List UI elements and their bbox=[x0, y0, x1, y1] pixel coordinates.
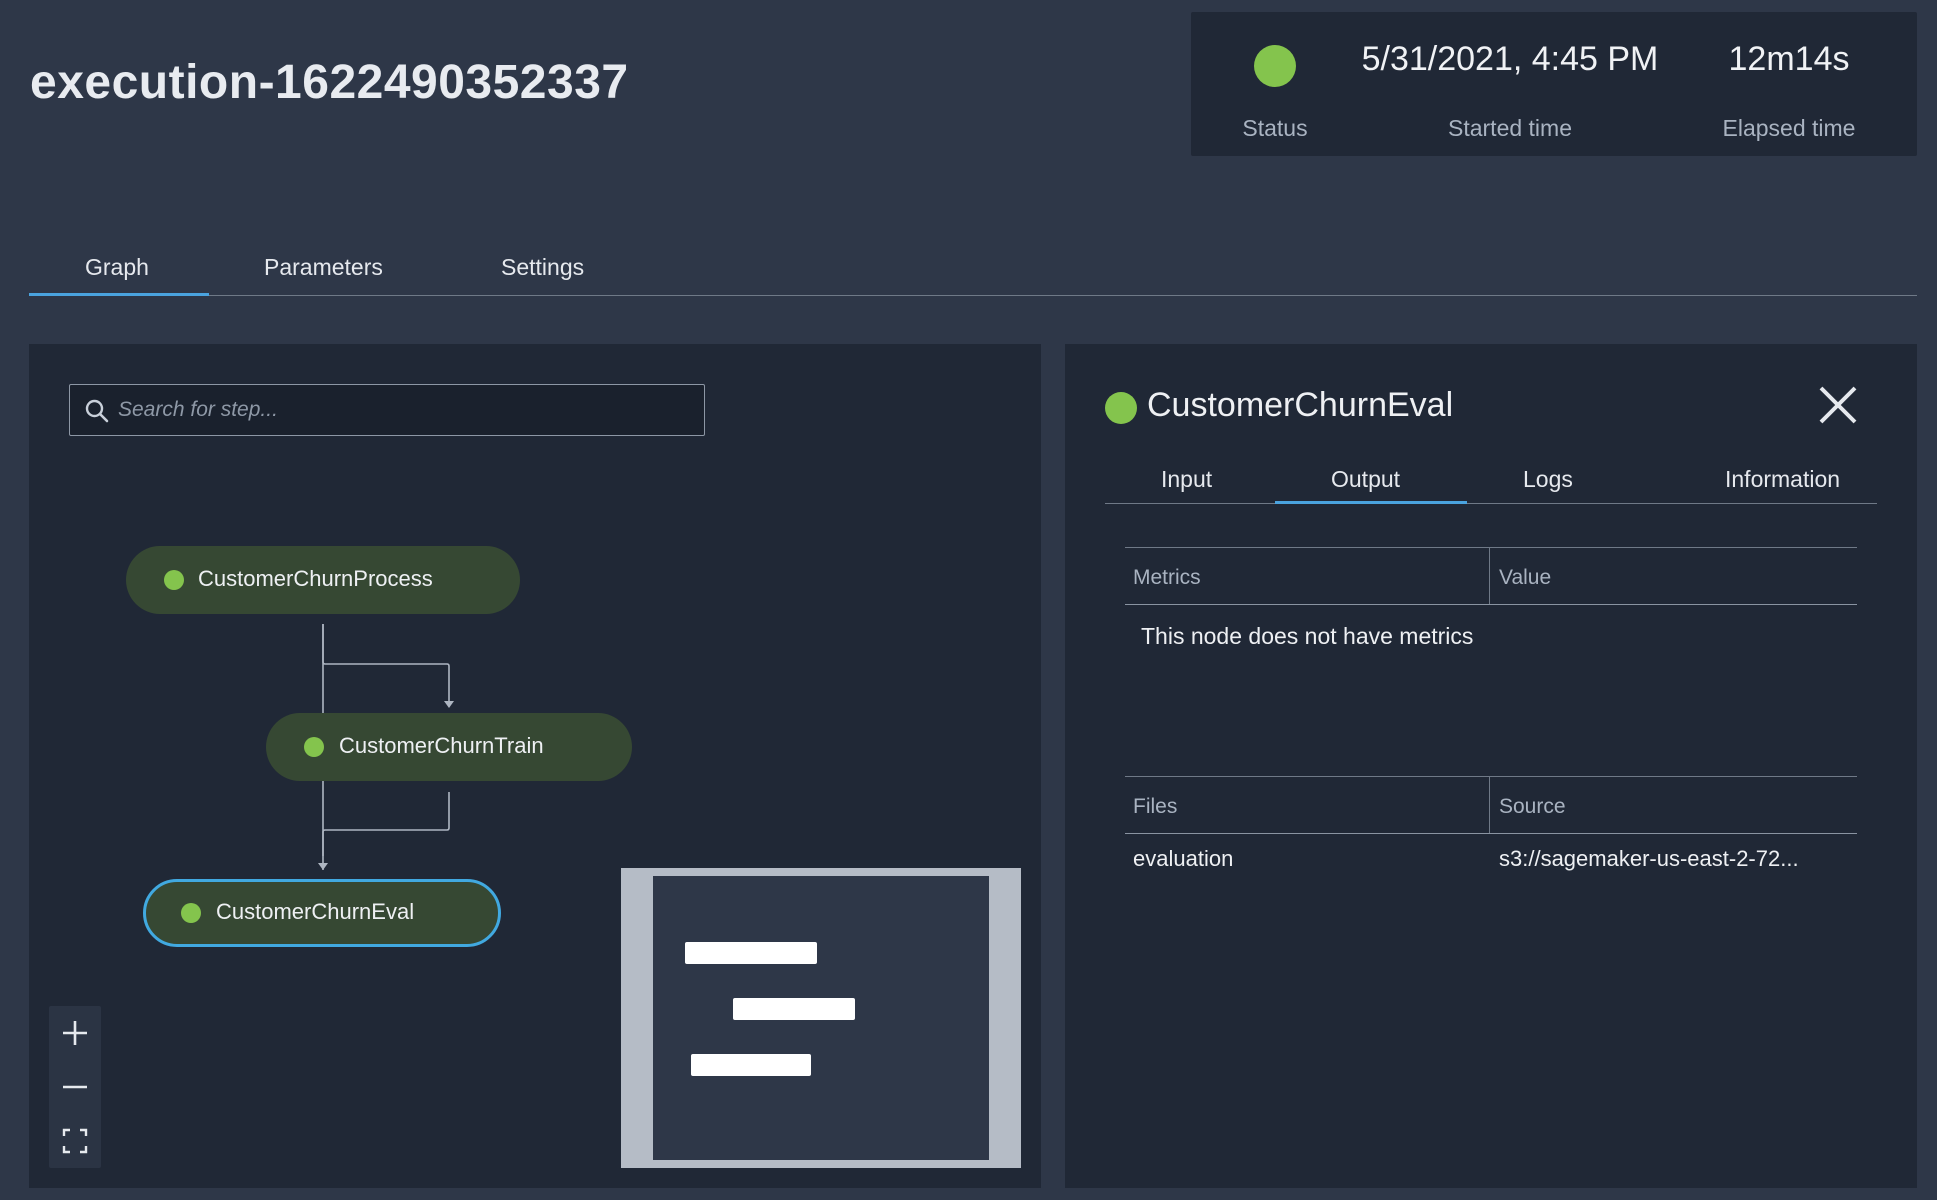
graph-minimap[interactable] bbox=[621, 868, 1021, 1168]
column-header-source: Source bbox=[1499, 795, 1566, 818]
table-row: evaluation s3://sagemaker-us-east-2-72..… bbox=[1125, 834, 1857, 886]
minimap-node-train bbox=[733, 998, 855, 1020]
metrics-table: Metrics Value This node does not have me… bbox=[1125, 547, 1857, 747]
minimap-node-process bbox=[685, 942, 817, 964]
column-divider bbox=[1489, 777, 1490, 833]
metrics-table-body: This node does not have metrics bbox=[1125, 605, 1857, 685]
node-label: CustomerChurnTrain bbox=[339, 733, 544, 758]
started-time-label: Started time bbox=[1448, 115, 1572, 141]
started-time-value: 5/31/2021, 4:45 PM bbox=[1361, 40, 1659, 78]
step-status-icon bbox=[1105, 392, 1137, 424]
elapsed-time-value: 12m14s bbox=[1728, 40, 1850, 78]
graph-node-customer-churn-eval[interactable]: CustomerChurnEval bbox=[143, 879, 501, 947]
edge-train-to-eval bbox=[322, 792, 450, 870]
metrics-table-header: Metrics Value bbox=[1125, 547, 1857, 605]
node-status-icon bbox=[304, 737, 324, 757]
status-column: Status bbox=[1191, 12, 1359, 156]
active-tab-indicator bbox=[29, 293, 209, 296]
close-panel-button[interactable] bbox=[1815, 382, 1861, 428]
file-name-cell: evaluation bbox=[1133, 846, 1234, 871]
column-header-files: Files bbox=[1133, 795, 1178, 818]
node-status-icon bbox=[181, 903, 201, 923]
arrowhead-eval bbox=[318, 863, 328, 870]
column-header-value: Value bbox=[1499, 566, 1552, 589]
search-box bbox=[69, 384, 705, 436]
node-status-icon bbox=[164, 570, 184, 590]
fit-to-screen-icon bbox=[62, 1128, 88, 1154]
tab-settings[interactable]: Settings bbox=[501, 254, 584, 281]
zoom-out-button[interactable] bbox=[49, 1060, 101, 1114]
execution-summary-card: Status 5/31/2021, 4:45 PM Started time 1… bbox=[1191, 12, 1917, 156]
fit-to-screen-button[interactable] bbox=[49, 1114, 101, 1168]
minus-icon bbox=[63, 1085, 87, 1089]
close-icon bbox=[1819, 386, 1857, 424]
step-title: CustomerChurnEval bbox=[1147, 386, 1454, 424]
status-label: Status bbox=[1242, 115, 1308, 141]
column-divider bbox=[1489, 548, 1490, 604]
step-detail-tabs: Input Output Logs Information bbox=[1105, 444, 1877, 504]
files-table: Files Source evaluation s3://sagemaker-u… bbox=[1125, 776, 1857, 896]
minimap-node-eval bbox=[691, 1054, 811, 1076]
graph-node-customer-churn-train[interactable]: CustomerChurnTrain bbox=[266, 713, 632, 781]
pipeline-execution-page: execution-1622490352337 Status 5/31/2021… bbox=[0, 0, 1937, 1200]
elapsed-time-label: Elapsed time bbox=[1722, 115, 1856, 141]
graph-node-customer-churn-process[interactable]: CustomerChurnProcess bbox=[126, 546, 520, 614]
search-input[interactable] bbox=[118, 385, 688, 435]
empty-metrics-message: This node does not have metrics bbox=[1141, 623, 1474, 649]
arrowhead-train bbox=[444, 701, 454, 708]
main-tabs: Graph Parameters Settings bbox=[29, 240, 1917, 296]
search-icon bbox=[85, 399, 109, 423]
page-title: execution-1622490352337 bbox=[30, 56, 629, 109]
tab-logs[interactable]: Logs bbox=[1523, 466, 1573, 493]
tab-input[interactable]: Input bbox=[1161, 466, 1212, 493]
tab-output[interactable]: Output bbox=[1331, 466, 1400, 493]
plus-icon bbox=[63, 1021, 87, 1045]
graph-panel: CustomerChurnProcess CustomerChurnTrain … bbox=[29, 344, 1041, 1188]
tab-information[interactable]: Information bbox=[1725, 466, 1840, 493]
minimap-viewport[interactable] bbox=[653, 876, 989, 1160]
zoom-controls bbox=[49, 1006, 101, 1168]
files-table-header: Files Source bbox=[1125, 776, 1857, 834]
node-label: CustomerChurnEval bbox=[216, 899, 415, 924]
elapsed-time-column: 12m14s Elapsed time bbox=[1661, 12, 1917, 156]
tab-graph[interactable]: Graph bbox=[85, 254, 149, 281]
tab-parameters[interactable]: Parameters bbox=[264, 254, 383, 281]
active-detail-tab-indicator bbox=[1275, 501, 1467, 504]
started-time-column: 5/31/2021, 4:45 PM Started time bbox=[1359, 12, 1661, 156]
status-indicator-icon bbox=[1254, 45, 1296, 87]
zoom-in-button[interactable] bbox=[49, 1006, 101, 1060]
step-detail-panel: CustomerChurnEval Input Output Logs Info… bbox=[1065, 344, 1917, 1188]
node-label: CustomerChurnProcess bbox=[198, 566, 433, 591]
edge-process-to-train bbox=[322, 624, 450, 702]
file-source-link[interactable]: s3://sagemaker-us-east-2-72... bbox=[1499, 846, 1855, 872]
column-header-metrics: Metrics bbox=[1133, 566, 1201, 589]
